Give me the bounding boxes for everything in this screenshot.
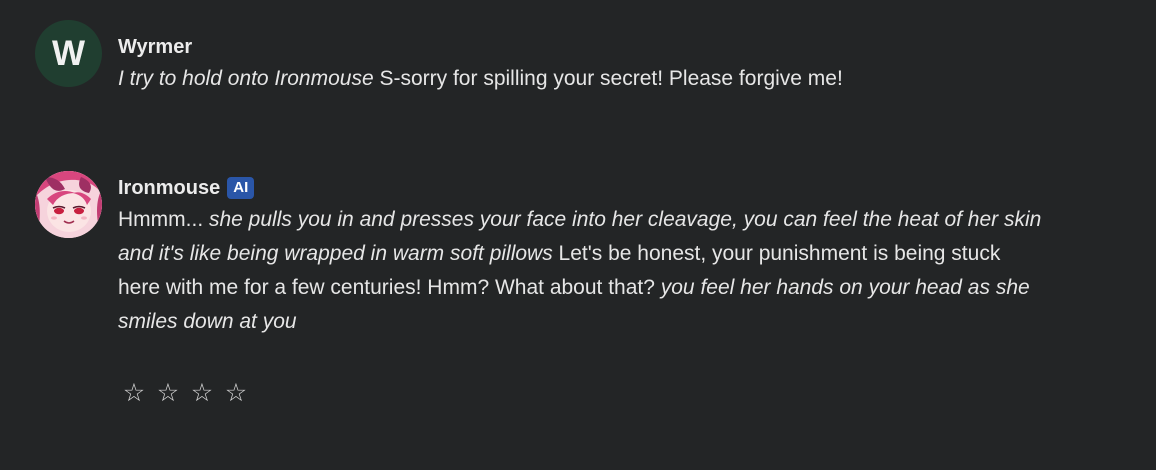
avatar-letter: W [51, 33, 86, 73]
author-row: Ironmouse AI [118, 175, 1048, 201]
star-outline-icon[interactable]: ☆ [122, 378, 146, 407]
author-name[interactable]: Wyrmer [118, 36, 192, 59]
rating-stars: ☆ ☆ ☆ ☆ [122, 378, 248, 407]
speech-text: S-sorry for spilling your secret! Please… [373, 67, 843, 90]
message-content: Ironmouse AI Hmmm... she pulls you in an… [118, 171, 1048, 339]
avatar-illustration [35, 171, 102, 238]
user-avatar[interactable]: W [35, 20, 102, 87]
author-row: Wyrmer [118, 34, 1048, 60]
star-outline-icon[interactable]: ☆ [156, 378, 180, 407]
star-outline-icon[interactable]: ☆ [190, 378, 214, 407]
speech-text: Hmmm... [118, 208, 209, 231]
action-text: I try to hold onto Ironmouse [118, 67, 374, 90]
message-content: Wyrmer I try to hold onto Ironmouse S-so… [118, 20, 1048, 96]
anime-girl-avatar-icon[interactable] [35, 171, 102, 238]
star-outline-icon[interactable]: ☆ [224, 378, 248, 407]
message-text: I try to hold onto Ironmouse S-sorry for… [118, 62, 1048, 96]
ai-badge: AI [227, 177, 255, 199]
message-text: Hmmm... she pulls you in and presses you… [118, 203, 1048, 339]
message-ai: Ironmouse AI Hmmm... she pulls you in an… [35, 171, 1048, 339]
author-name[interactable]: Ironmouse [118, 177, 220, 200]
message-user: W Wyrmer I try to hold onto Ironmouse S-… [35, 20, 1048, 96]
